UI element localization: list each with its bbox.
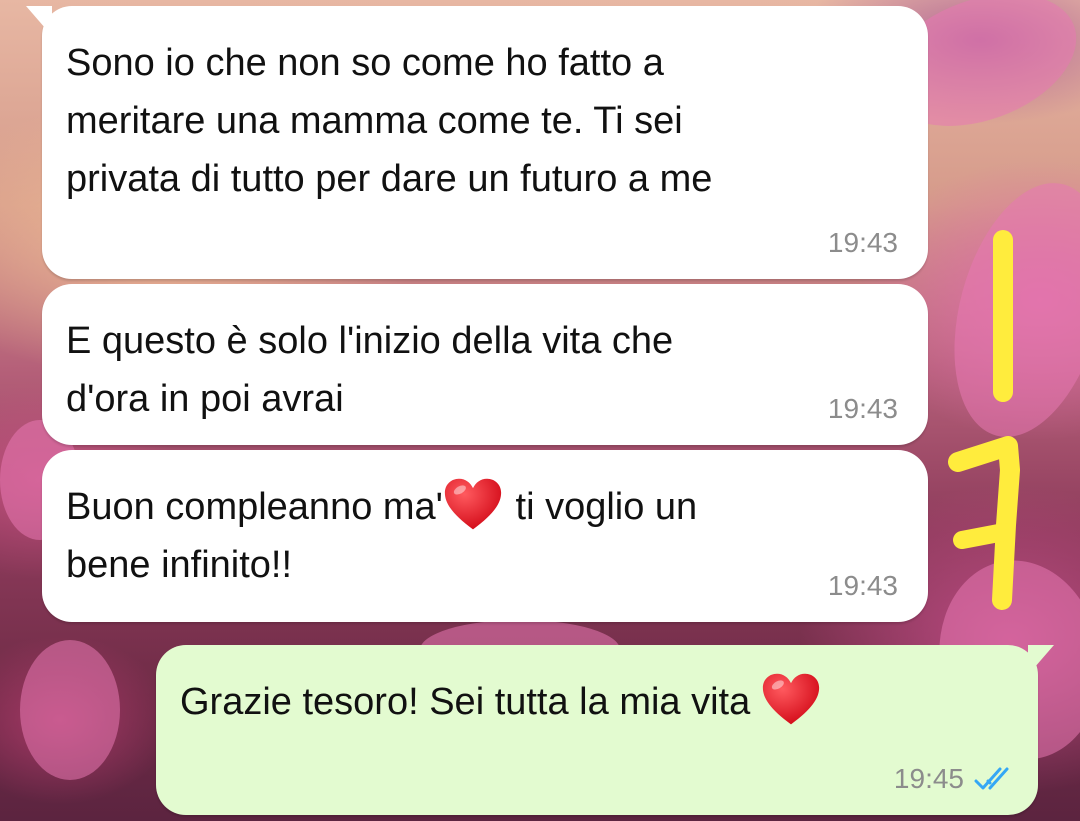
message-timestamp: 19:45 — [893, 763, 964, 794]
double-check-icon — [974, 767, 1009, 790]
heart-icon — [762, 673, 819, 725]
heart-icon — [444, 478, 502, 530]
message-text: Grazie tesoro! Sei tutta la mia vita — [180, 673, 1008, 731]
message-timestamp: 19:43 — [827, 393, 898, 424]
wallpaper-flower — [20, 640, 120, 780]
message-text: E questo è solo l'inizio della vita che … — [66, 320, 674, 420]
message-bubble-incoming[interactable]: E questo è solo l'inizio della vita che … — [42, 284, 928, 445]
message-text-part: Buon compleanno ma' — [66, 486, 443, 528]
message-text: Sono io che non so come ho fatto a merit… — [66, 42, 713, 200]
message-bubble-outgoing[interactable]: Grazie tesoro! Sei tutta la mia vita 19:… — [156, 645, 1054, 815]
message-bubble-incoming[interactable]: Buon compleanno ma' ti voglio un bene in… — [42, 450, 928, 622]
bubble-tail — [26, 6, 52, 36]
message-text-part: Grazie tesoro! Sei tutta la mia vita — [180, 681, 761, 723]
message-timestamp: 19:43 — [827, 570, 898, 601]
message-text: Buon compleanno ma' ti voglio un bene in… — [66, 478, 898, 594]
bubble-tail — [1028, 645, 1054, 675]
message-bubble-incoming[interactable]: Sono io che non so come ho fatto a merit… — [26, 6, 928, 279]
message-status: 19:45 — [894, 765, 1018, 793]
message-timestamp: 19:43 — [827, 227, 898, 258]
wallpaper-flower — [928, 166, 1080, 454]
